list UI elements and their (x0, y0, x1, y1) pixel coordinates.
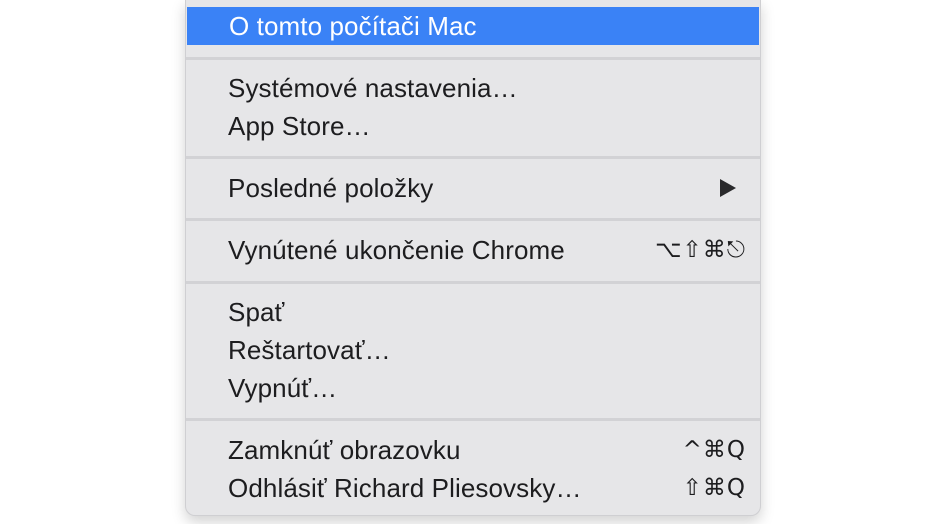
menu-separator (186, 156, 760, 159)
menu-item-label: Systémové nastavenia… (228, 72, 518, 103)
menu-item-label: Posledné položky (228, 172, 434, 203)
menu-separator (186, 281, 760, 284)
menu-item-label: Zamknúť obrazovku (228, 434, 461, 465)
menu-item-label: Vypnúť… (228, 372, 338, 403)
menu-item-lock-screen[interactable]: Zamknúť obrazovku ^⌘Q (186, 431, 760, 469)
menu-item-system-settings[interactable]: Systémové nastavenia… (186, 69, 760, 107)
menu-separator (186, 218, 760, 221)
menu-item-recent-items[interactable]: Posledné položky (186, 169, 760, 207)
menu-separator (186, 418, 760, 421)
menu-item-app-store[interactable]: App Store… (186, 107, 760, 145)
menu-item-force-quit[interactable]: Vynútené ukončenie Chrome ⌥⇧⌘⎋ (186, 231, 760, 269)
menu-item-about-this-mac[interactable]: O tomto počítači Mac (187, 7, 759, 45)
menu-item-restart[interactable]: Reštartovať… (186, 331, 760, 369)
menu-item-label: Reštartovať… (228, 334, 391, 365)
log-out-shortcut: ⇧⌘Q (682, 475, 746, 501)
chevron-right-icon (720, 179, 736, 197)
lock-screen-shortcut: ^⌘Q (682, 437, 746, 463)
menu-item-label: O tomto počítači Mac (229, 10, 477, 41)
apple-menu: O tomto počítači Mac Systémové nastaveni… (185, 0, 761, 516)
force-quit-shortcut: ⌥⇧⌘⎋ (655, 237, 746, 263)
menu-item-label: Spať (228, 296, 285, 327)
menu-item-shut-down[interactable]: Vypnúť… (186, 369, 760, 407)
menu-item-log-out[interactable]: Odhlásiť Richard Pliesovsky… ⇧⌘Q (186, 469, 760, 507)
menu-item-sleep[interactable]: Spať (186, 293, 760, 331)
menu-item-label: Odhlásiť Richard Pliesovsky… (228, 472, 582, 503)
menu-item-label: App Store… (228, 110, 371, 141)
menu-separator (186, 57, 760, 60)
menu-item-label: Vynútené ukončenie Chrome (228, 234, 565, 265)
